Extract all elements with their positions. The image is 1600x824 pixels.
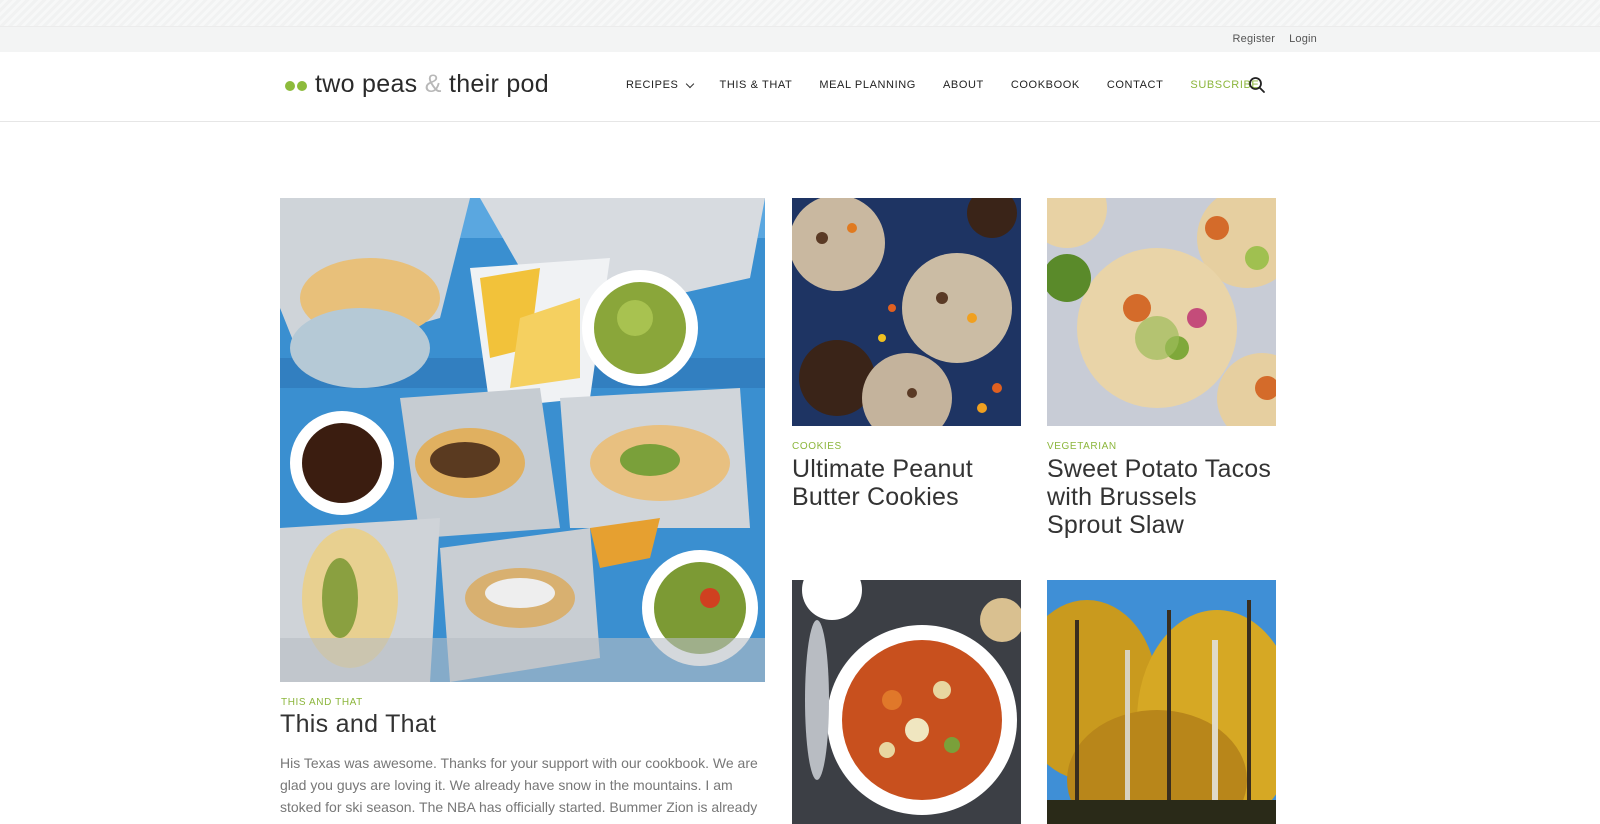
card-image-soup[interactable]	[792, 580, 1021, 824]
nav-about[interactable]: ABOUT	[943, 79, 984, 91]
card-image-tacos[interactable]	[1047, 198, 1276, 426]
feature-post-image[interactable]	[280, 198, 765, 682]
utility-links: Register Login	[1233, 33, 1317, 45]
logo-dots-icon	[285, 81, 307, 91]
card-category[interactable]: COOKIES	[792, 441, 842, 452]
top-decorative-strip	[0, 0, 1600, 27]
card-image-cookies[interactable]	[792, 198, 1021, 426]
cookies-photo	[792, 198, 1021, 426]
feature-excerpt: His Texas was awesome. Thanks for your s…	[280, 755, 758, 824]
logo-text: two peas & their pod	[315, 70, 549, 98]
site-logo[interactable]: two peas & their pod	[285, 70, 549, 99]
tacos-photo	[1047, 198, 1276, 426]
card-image-aspens[interactable]	[1047, 580, 1276, 824]
nav-contact[interactable]: CONTACT	[1107, 79, 1164, 91]
nav-recipes[interactable]: RECIPES	[626, 79, 694, 91]
soup-photo	[792, 580, 1021, 824]
login-link[interactable]: Login	[1289, 33, 1317, 45]
nav-this-and-that[interactable]: THIS & THAT	[720, 79, 793, 91]
aspens-photo	[1047, 580, 1276, 824]
feature-title[interactable]: This and That	[280, 710, 436, 739]
site-header: two peas & their pod RECIPES THIS & THAT…	[0, 52, 1600, 122]
nav-cookbook[interactable]: COOKBOOK	[1011, 79, 1080, 91]
card-title[interactable]: Sweet Potato Tacos with Brussels Sprout …	[1047, 455, 1276, 539]
main-nav: RECIPES THIS & THAT MEAL PLANNING ABOUT …	[626, 79, 1286, 91]
nav-meal-planning[interactable]: MEAL PLANNING	[819, 79, 916, 91]
feature-category[interactable]: THIS AND THAT	[281, 697, 363, 708]
card-category[interactable]: VEGETARIAN	[1047, 441, 1117, 452]
utility-bar: Register Login	[0, 27, 1600, 52]
card-title[interactable]: Ultimate Peanut Butter Cookies	[792, 455, 1021, 511]
search-icon[interactable]	[1248, 76, 1266, 94]
register-link[interactable]: Register	[1233, 33, 1276, 45]
chevron-down-icon	[685, 79, 694, 88]
tacos-photo	[280, 198, 765, 682]
